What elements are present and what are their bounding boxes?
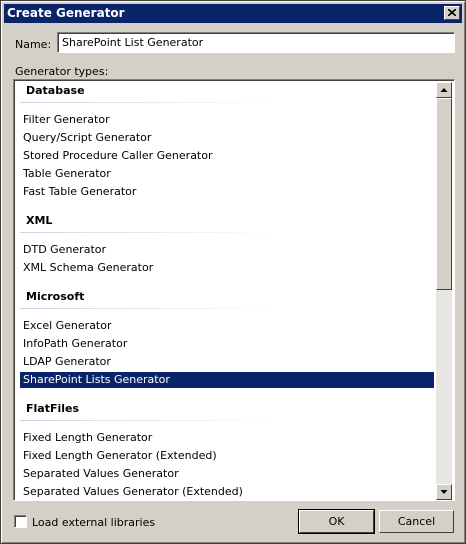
list-item[interactable]: Filter Generator	[20, 112, 434, 128]
list-item[interactable]: LDAP Generator	[20, 354, 434, 370]
generator-list-content: Database Filter Generator Query/Script Gen…	[16, 82, 436, 500]
group-divider	[20, 232, 280, 233]
list-item[interactable]: Fixed Length Generator	[20, 430, 434, 446]
list-item[interactable]: Query/Script Generator	[20, 130, 434, 146]
list-item[interactable]: Fixed Length Generator (Extended)	[20, 448, 434, 464]
title-bar[interactable]: Create Generator	[4, 4, 462, 23]
cancel-button[interactable]: Cancel	[379, 510, 454, 533]
list-item[interactable]: Table Generator	[20, 166, 434, 182]
close-icon	[448, 9, 456, 16]
list-item[interactable]: SharePoint Lists Generator	[20, 372, 434, 388]
list-item[interactable]: XML Schema Generator	[20, 260, 434, 276]
load-external-libraries-label[interactable]: Load external libraries	[32, 516, 155, 529]
group-header: FlatFiles	[26, 402, 80, 415]
ok-button[interactable]: OK	[298, 509, 375, 534]
group-divider	[20, 308, 280, 309]
scroll-up-button[interactable]	[436, 82, 452, 98]
vertical-scrollbar[interactable]	[436, 82, 452, 500]
group-header: Database	[26, 84, 85, 97]
list-item[interactable]: Separated Values Generator	[20, 466, 434, 482]
group-divider	[20, 102, 280, 103]
list-item[interactable]: InfoPath Generator	[20, 336, 434, 352]
close-button[interactable]	[444, 6, 460, 20]
list-item[interactable]: Stored Procedure Caller Generator	[20, 148, 434, 164]
arrow-down-icon	[440, 490, 448, 494]
scroll-thumb[interactable]	[436, 98, 452, 290]
create-generator-dialog: Create Generator Name: Generator types: …	[0, 0, 466, 544]
scroll-down-button[interactable]	[436, 484, 452, 500]
arrow-up-icon	[440, 88, 448, 92]
name-input[interactable]	[57, 32, 455, 53]
list-item[interactable]: Excel Generator	[20, 318, 434, 334]
group-header: Microsoft	[26, 290, 85, 303]
group-divider	[20, 420, 280, 421]
dialog-title: Create Generator	[7, 6, 125, 20]
load-external-libraries-checkbox[interactable]	[14, 515, 27, 528]
name-label: Name:	[15, 38, 52, 51]
group-header: XML	[26, 214, 53, 227]
generator-types-list[interactable]: Database Filter Generator Query/Script Gen…	[13, 79, 455, 501]
list-item[interactable]: DTD Generator	[20, 242, 434, 258]
list-item[interactable]: Fast Table Generator	[20, 184, 434, 200]
list-item[interactable]: Separated Values Generator (Extended)	[20, 484, 434, 500]
generator-types-label: Generator types:	[15, 65, 109, 78]
